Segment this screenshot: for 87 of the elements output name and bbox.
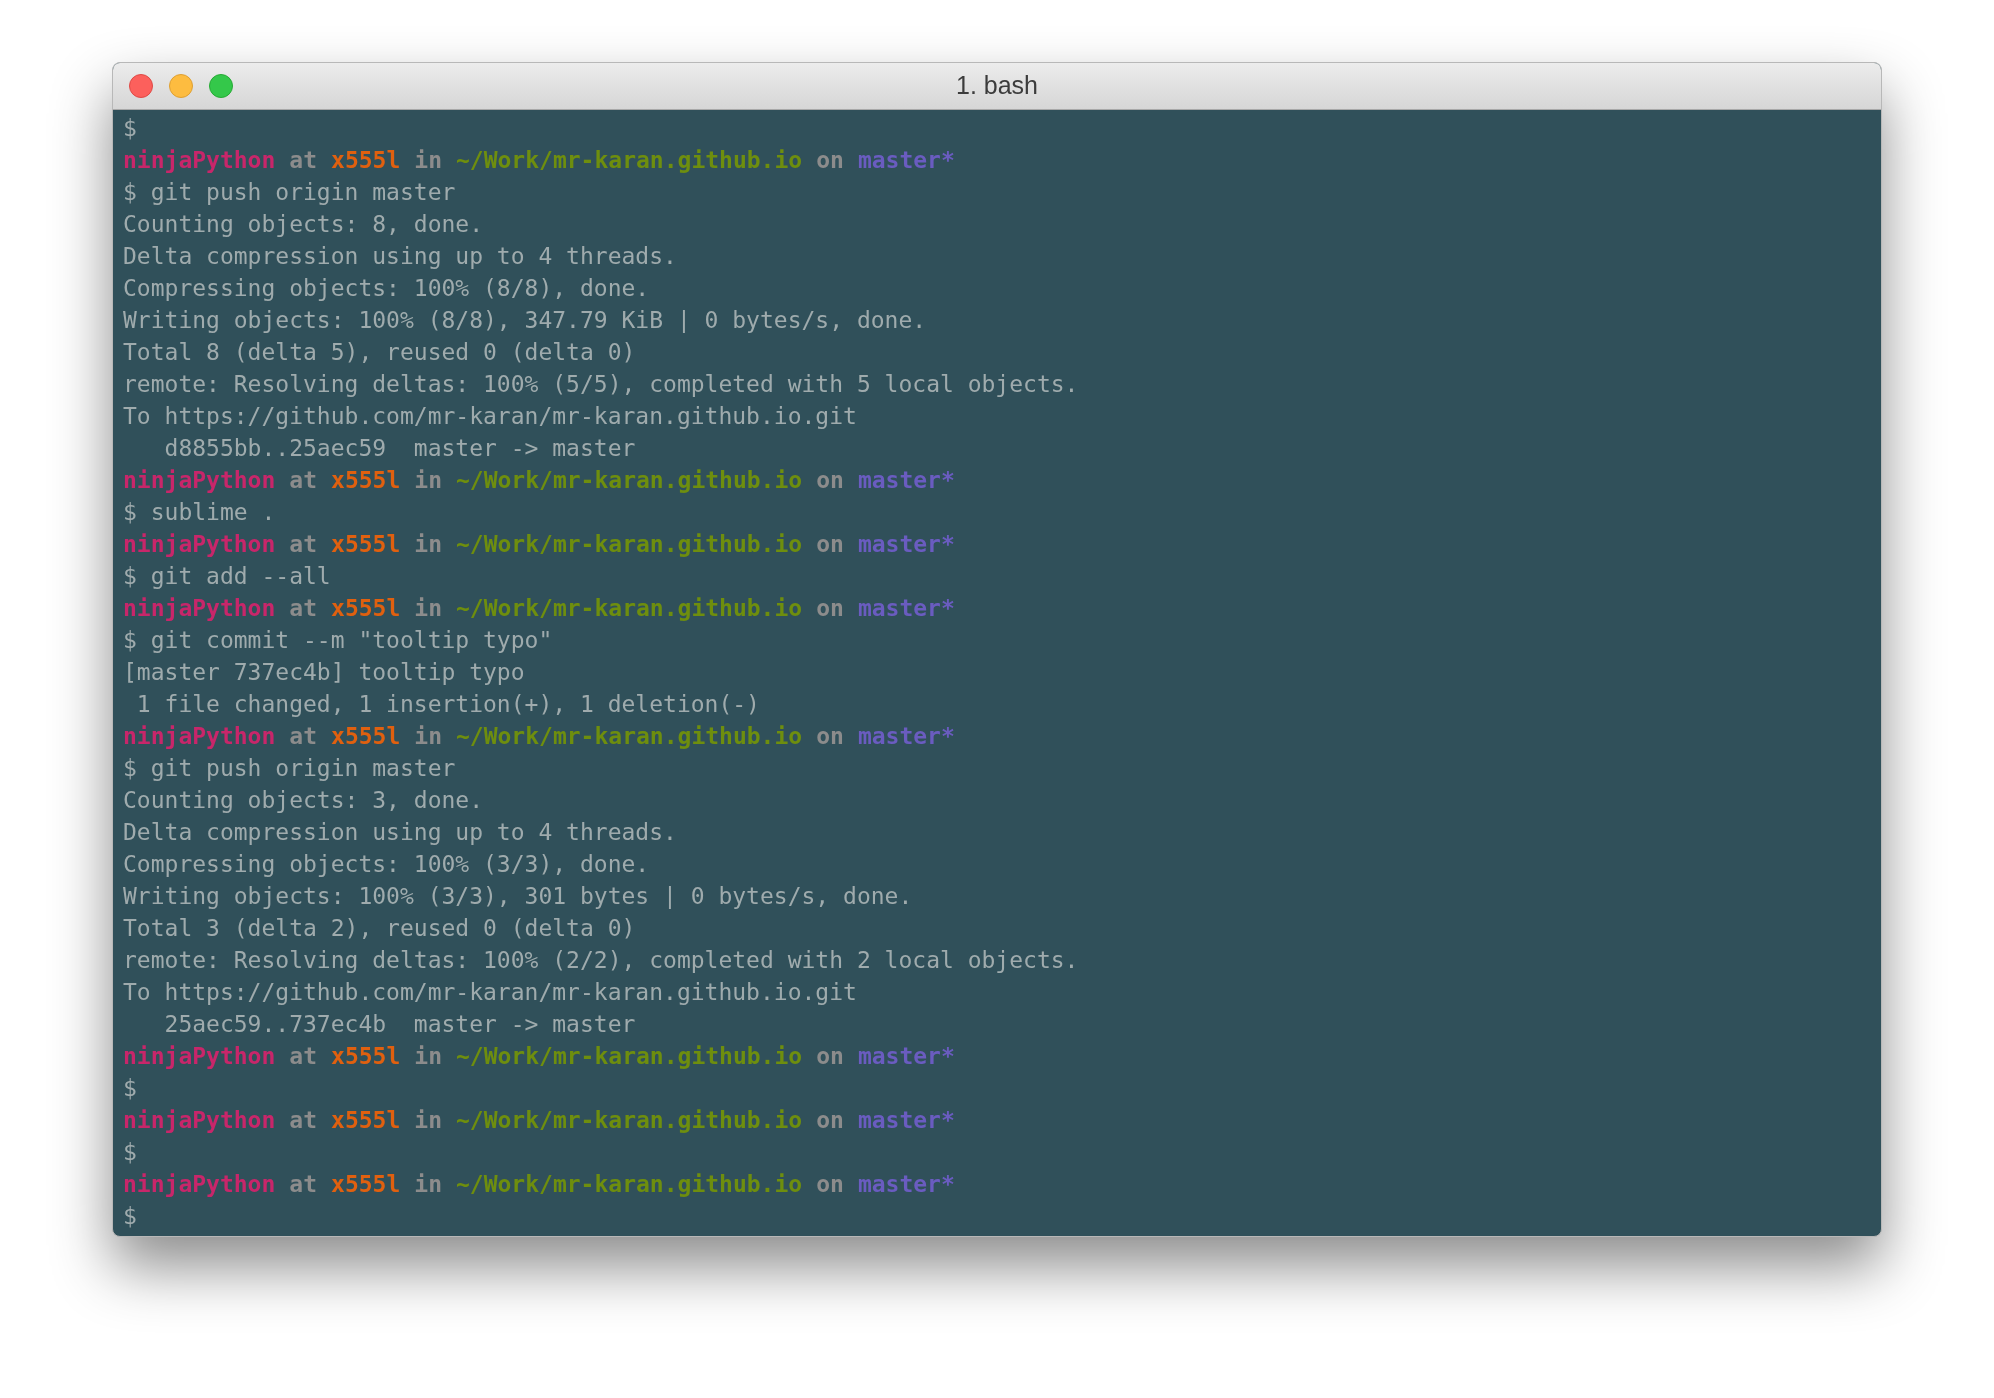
prompt-text: ninjaPython [123, 1042, 276, 1071]
prompt-text: x555l [331, 466, 401, 495]
minimize-button[interactable] [169, 74, 193, 98]
prompt-text: ninjaPython [123, 1106, 276, 1135]
prompt-text: on [816, 530, 844, 559]
prompt-text: ~/Work/mr-karan.github.io [456, 1042, 803, 1071]
prompt-text: ~/Work/mr-karan.github.io [456, 1106, 803, 1135]
prompt-text: on [816, 594, 844, 623]
prompt-text: master* [857, 1106, 955, 1135]
terminal-line: Counting objects: 3, done. [123, 787, 484, 813]
terminal-line: $ [123, 1139, 137, 1165]
terminal-line: d8855bb..25aec59 master -> master [163, 435, 636, 461]
prompt-text: master* [857, 146, 955, 175]
terminal-line: Total 8 (delta 5), reused 0 (delta 0) [123, 339, 636, 365]
terminal-line: $ git push origin master [123, 179, 456, 205]
prompt-text: on [816, 1170, 844, 1199]
prompt-text: ~/Work/mr-karan.github.io [456, 146, 803, 175]
prompt-text: in [414, 1042, 442, 1071]
prompt-text: at [289, 1042, 318, 1071]
prompt-text: in [414, 466, 442, 495]
prompt-text: ~/Work/mr-karan.github.io [456, 530, 803, 559]
prompt-text: master* [857, 530, 955, 559]
prompt-text: on [816, 146, 844, 175]
terminal-line: remote: Resolving deltas: 100% (2/2), completed with 2 local objects. [123, 947, 1079, 973]
prompt-text: at [289, 1106, 318, 1135]
terminal-line: 25aec59..737ec4b master -> master [163, 1011, 636, 1037]
terminal-line: $ [123, 115, 137, 141]
terminal-line: To https://github.com/mr-karan/mr-karan.github.io.git [123, 403, 857, 429]
prompt-text: at [289, 1170, 318, 1199]
prompt-text: ninjaPython [123, 722, 276, 751]
prompt-text: ninjaPython [123, 1170, 276, 1199]
prompt-text: ninjaPython [123, 594, 276, 623]
terminal-line: Delta compression using up to 4 threads. [123, 243, 677, 269]
terminal-line: remote: Resolving deltas: 100% (5/5), completed with 5 local objects. [123, 371, 1079, 397]
window-title: 1. bash [956, 70, 1038, 102]
prompt-text: master* [857, 466, 955, 495]
terminal-line: Writing objects: 100% (3/3), 301 bytes | 0 bytes/s, done. [123, 883, 913, 909]
prompt-text: in [414, 594, 442, 623]
terminal-line: Counting objects: 8, done. [123, 211, 484, 237]
terminal-line: Delta compression using up to 4 threads. [123, 819, 677, 845]
prompt-text: ninjaPython [123, 146, 276, 175]
prompt-text: in [414, 1106, 442, 1135]
terminal-line: $ sublime . [123, 499, 276, 525]
terminal-line: $ git commit --m "tooltip typo" [123, 627, 553, 653]
prompt-text: x555l [331, 594, 401, 623]
terminal-line: Compressing objects: 100% (3/3), done. [123, 851, 650, 877]
terminal-line: To https://github.com/mr-karan/mr-karan.github.io.git [123, 979, 857, 1005]
zoom-button[interactable] [209, 74, 233, 98]
prompt-text: master* [857, 1170, 955, 1199]
prompt-text: x555l [331, 722, 401, 751]
terminal-line: Total 3 (delta 2), reused 0 (delta 0) [123, 915, 636, 941]
terminal-line: Compressing objects: 100% (8/8), done. [123, 275, 650, 301]
close-button[interactable] [129, 74, 153, 98]
prompt-text: at [289, 146, 318, 175]
prompt-text: x555l [331, 146, 401, 175]
prompt-text: at [289, 594, 318, 623]
terminal-line: 1 file changed, 1 insertion(+), 1 deletion(-) [135, 691, 760, 717]
prompt-text: x555l [331, 1106, 401, 1135]
terminal-line: [master 737ec4b] tooltip typo [123, 659, 525, 685]
prompt-text: in [414, 146, 442, 175]
terminal-line: $ [123, 1075, 137, 1101]
terminal-line: $ git add --all [123, 563, 331, 589]
prompt-text: in [414, 722, 442, 751]
prompt-text: ~/Work/mr-karan.github.io [456, 722, 803, 751]
prompt-text: at [289, 722, 318, 751]
prompt-text: on [816, 1042, 844, 1071]
prompt-text: in [414, 530, 442, 559]
prompt-text: on [816, 466, 844, 495]
prompt-text: on [816, 722, 844, 751]
prompt-text: x555l [331, 1042, 401, 1071]
prompt-text: master* [857, 594, 955, 623]
prompt-text: in [414, 1170, 442, 1199]
prompt-text: master* [857, 1042, 955, 1071]
prompt-text: x555l [331, 530, 401, 559]
terminal-line: $ git push origin master [123, 755, 456, 781]
prompt-text: ninjaPython [123, 530, 276, 559]
prompt-text: at [289, 466, 318, 495]
prompt-text: at [289, 530, 318, 559]
terminal-line: Writing objects: 100% (8/8), 347.79 KiB | 0 bytes/s, done. [123, 307, 927, 333]
prompt-text: ~/Work/mr-karan.github.io [456, 466, 803, 495]
prompt-text: on [816, 1106, 844, 1135]
prompt-text: master* [857, 722, 955, 751]
prompt-text: ~/Work/mr-karan.github.io [456, 1170, 803, 1199]
prompt-text: ninjaPython [123, 466, 276, 495]
terminal-line: $ [123, 1203, 137, 1229]
prompt-text: ~/Work/mr-karan.github.io [456, 594, 803, 623]
prompt-text: x555l [331, 1170, 401, 1199]
